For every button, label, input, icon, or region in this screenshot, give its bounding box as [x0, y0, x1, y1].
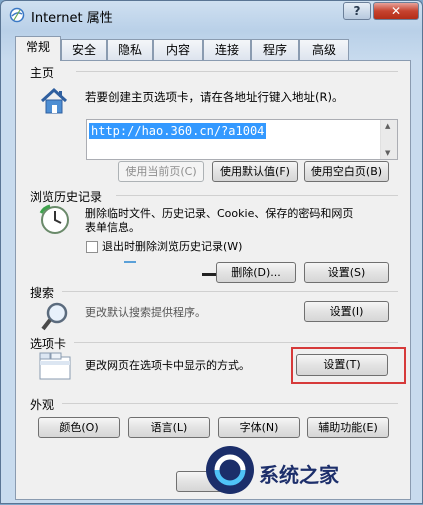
tabs-description: 更改网页在选项卡中显示的方式。 [85, 359, 250, 372]
tab-connections[interactable]: 连接 [203, 39, 251, 60]
tab-content[interactable]: 内容 [153, 39, 203, 60]
watermark-text: 系统之家 [259, 463, 339, 487]
fonts-button[interactable]: 字体(N) [218, 417, 300, 438]
delete-on-exit-checkbox[interactable] [86, 241, 98, 253]
homepage-scrollbar[interactable]: ▲ ▼ [380, 120, 397, 159]
tabs-group-label: 选项卡 [30, 335, 71, 352]
house-icon [40, 87, 68, 114]
appearance-divider [62, 403, 398, 404]
help-button[interactable]: ? [343, 2, 371, 20]
search-description: 更改默认搜索提供程序。 [85, 306, 206, 319]
internet-properties-window: Internet 属性 ? ✕ 常规 安全 隐私 内容 连接 程序 高级 主页 … [0, 0, 423, 504]
use-blank-button[interactable]: 使用空白页(B) [304, 161, 389, 182]
homepage-description: 若要创建主页选项卡，请在各地址行键入地址(R)。 [85, 90, 344, 104]
site-watermark: 系统之家 [199, 441, 423, 505]
magnifier-icon [41, 302, 68, 331]
general-tab-panel: 主页 若要创建主页选项卡，请在各地址行键入地址(R)。 http://hao.3… [15, 60, 411, 500]
history-clock-icon [39, 204, 69, 234]
homepage-url-textarea[interactable]: http://hao.360.cn/?a1004 ▲ ▼ [86, 119, 398, 160]
tabbed-window-icon [39, 352, 71, 380]
accessibility-button[interactable]: 辅助功能(E) [307, 417, 389, 438]
tab-security[interactable]: 安全 [61, 39, 107, 60]
tabs-divider [74, 342, 398, 343]
title-bar: Internet 属性 ? ✕ [1, 1, 422, 29]
search-settings-button[interactable]: 设置(I) [304, 301, 389, 322]
scroll-up-icon[interactable]: ▲ [385, 122, 390, 130]
search-divider [62, 291, 398, 292]
internet-options-icon [9, 7, 25, 23]
scroll-down-icon[interactable]: ▼ [385, 149, 390, 157]
artifact-mark [124, 261, 136, 263]
close-button[interactable]: ✕ [373, 2, 419, 20]
search-group-label: 搜索 [30, 284, 59, 301]
tab-programs[interactable]: 程序 [251, 39, 299, 60]
history-description-line2: 表单信息。 [85, 221, 140, 234]
watermark-logo-icon [206, 446, 254, 494]
use-current-button[interactable]: 使用当前页(C) [118, 161, 204, 182]
use-default-button[interactable]: 使用默认值(F) [212, 161, 298, 182]
tab-privacy[interactable]: 隐私 [107, 39, 153, 60]
homepage-url-text: http://hao.360.cn/?a1004 [89, 123, 267, 139]
window-title: Internet 属性 [31, 11, 113, 26]
highlight-frame [291, 347, 406, 384]
history-description-line1: 删除临时文件、历史记录、Cookie、保存的密码和网页 [85, 207, 354, 220]
tab-general[interactable]: 常规 [15, 36, 61, 61]
history-divider [116, 195, 398, 196]
tab-advanced[interactable]: 高级 [299, 39, 349, 60]
appearance-group-label: 外观 [30, 396, 59, 413]
delete-on-exit-label: 退出时删除浏览历史记录(W) [102, 240, 243, 253]
colors-button[interactable]: 颜色(O) [38, 417, 120, 438]
homepage-group-label: 主页 [30, 64, 59, 81]
homepage-divider [76, 71, 398, 72]
history-settings-button[interactable]: 设置(S) [304, 262, 389, 283]
delete-history-button[interactable]: 删除(D)... [216, 262, 296, 283]
languages-button[interactable]: 语言(L) [128, 417, 210, 438]
